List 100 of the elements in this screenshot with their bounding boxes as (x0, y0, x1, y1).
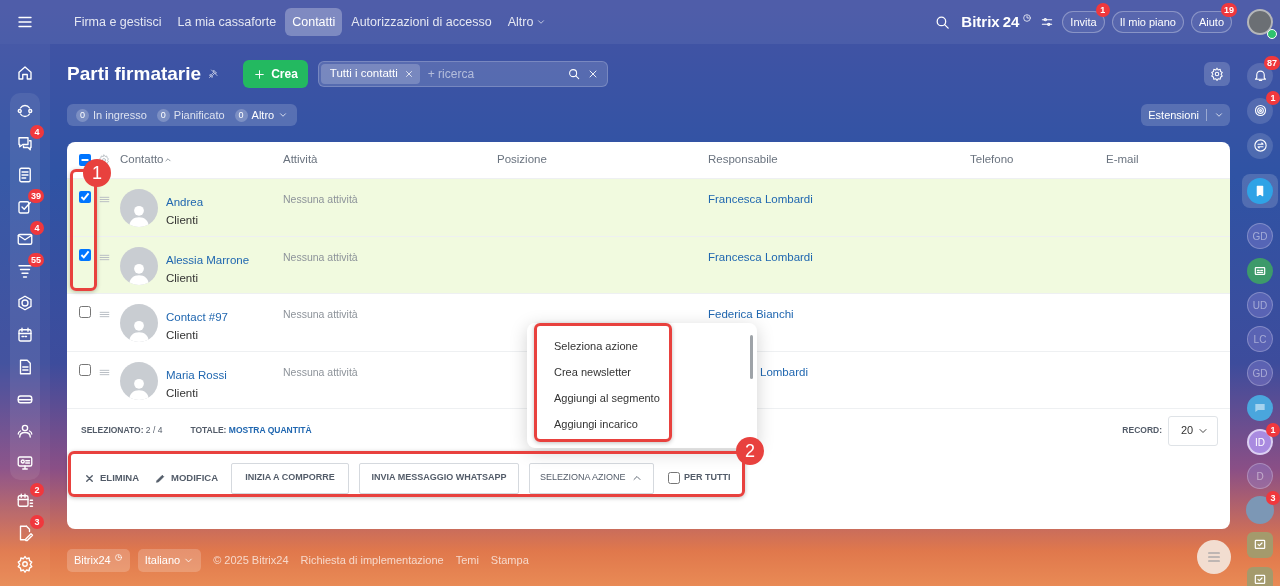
column-header[interactable]: E-mail (1106, 153, 1139, 166)
responsible-link[interactable]: Federica Bianchi (708, 308, 794, 320)
count-badge: 1 (1266, 91, 1280, 105)
count-badge: 19 (1221, 2, 1237, 17)
status-dot (1267, 29, 1277, 39)
row-checkbox[interactable] (79, 191, 91, 203)
contact-name-link[interactable]: Alessia Marrone (166, 251, 250, 269)
action-button[interactable]: INIZIA A COMPORRE (231, 462, 350, 494)
caret-icon (536, 17, 547, 27)
nav-tab[interactable]: Firma e gestisci (67, 7, 169, 37)
monitor-icon (16, 453, 34, 472)
sidebar-item[interactable] (1246, 131, 1274, 160)
action-link[interactable]: ELIMINA (81, 470, 143, 486)
for-all-checkbox[interactable] (668, 472, 681, 484)
select-all-checkbox[interactable] (79, 154, 91, 166)
sidebar-item[interactable] (1246, 393, 1274, 422)
schedule-icon (16, 491, 34, 510)
search-field[interactable]: Tutti i contatti + ricerca (317, 61, 608, 87)
sidebar-item[interactable] (1246, 256, 1274, 285)
sidebar-item[interactable] (1246, 530, 1274, 559)
sidebar-item[interactable] (1242, 174, 1278, 208)
contact-name-link[interactable]: Andrea (166, 194, 204, 212)
hexagon-icon (16, 293, 34, 312)
nav-tab[interactable]: Altro (500, 7, 554, 37)
avatar-placeholder (120, 246, 158, 285)
avatar-placeholder (120, 189, 158, 227)
responsible-link[interactable]: Lombardi (760, 365, 808, 378)
table-row[interactable]: Andrea Clienti Nessuna attività Francesca Lombardi (67, 179, 1230, 237)
sidebar-item[interactable] (1246, 96, 1274, 125)
row-checkbox[interactable] (79, 248, 91, 261)
column-header[interactable]: Responsabile (708, 153, 778, 166)
plus-icon (253, 67, 267, 81)
activity-text: Nessuna attività (283, 193, 358, 205)
count-badge: 0 (234, 108, 248, 122)
column-header[interactable]: Attività (283, 153, 318, 166)
column-header[interactable]: Contatto (120, 151, 174, 169)
board-icon (1247, 531, 1273, 558)
page-size-select[interactable]: 20 (1168, 415, 1218, 446)
responsible-link[interactable]: Francesca Lombardi (708, 193, 813, 205)
count-badge: 0 (156, 108, 170, 122)
nav-tab[interactable]: Autorizzazioni di accesso (344, 7, 499, 37)
column-header[interactable]: Posizione (497, 153, 547, 166)
copyright-text: © 2025 Bitrix24 (213, 553, 289, 568)
menu-item[interactable]: Crea newsletter (551, 359, 635, 385)
count-badge: 1 (1095, 2, 1110, 17)
count-badge: 3 (30, 515, 44, 529)
for-all-label[interactable]: PER TUTTI (668, 471, 731, 485)
activity-text: Nessuna attività (283, 308, 358, 320)
nav-tab[interactable]: La mia cassaforte (170, 7, 284, 37)
count-badge: 4 (30, 221, 44, 235)
count-badge: 39 (28, 189, 44, 203)
sliders-icon (1040, 15, 1055, 29)
settings-icon (16, 554, 34, 573)
calendar-icon (16, 325, 34, 344)
row-checkbox[interactable] (79, 306, 91, 318)
menu-item[interactable]: Aggiungi incarico (551, 411, 641, 437)
counter-filter[interactable]: 0 Altro (231, 106, 292, 124)
column-header[interactable]: Telefono (970, 153, 1014, 166)
filter-tag[interactable]: Tutti i contatti (320, 64, 420, 84)
document-icon (16, 165, 34, 184)
counter-filter[interactable]: 0 In ingresso (73, 106, 150, 124)
record-label: RECORD: (1122, 424, 1162, 437)
user-avatar[interactable] (1247, 9, 1273, 35)
pencil-icon (155, 472, 167, 484)
extensions-button[interactable]: Estensioni (1141, 104, 1230, 126)
menu-icon (1206, 549, 1222, 565)
chat-bubble-icon (1247, 394, 1273, 421)
contact-type: Clienti (166, 328, 199, 344)
contact-name-link[interactable]: Maria Rossi (166, 366, 227, 384)
scrollbar-thumb[interactable] (750, 335, 753, 379)
caret-icon (1214, 110, 1224, 120)
row-checkbox[interactable] (79, 363, 91, 376)
brand-number: 24 (1002, 11, 1020, 32)
spiral-icon (1247, 97, 1273, 124)
table-row[interactable]: Alessia Marrone Clienti Nessuna attività Francesca Lombardi (67, 236, 1230, 294)
activity-text: Nessuna attività (283, 250, 358, 263)
contact-type: Clienti (166, 270, 199, 286)
action-link[interactable]: MODIFICA (152, 470, 222, 486)
count-badge: 0 (76, 108, 89, 122)
search-icon (566, 67, 581, 81)
page-title: Parti firmatarie (67, 62, 202, 86)
header-button[interactable]: Il mio piano (1111, 10, 1184, 34)
contact-name-link[interactable]: Contact #97 (166, 309, 228, 327)
responsible-link[interactable]: Francesca Lombardi (708, 250, 813, 263)
action-select[interactable]: SELEZIONA AZIONE (529, 462, 655, 494)
contact-type: Clienti (166, 385, 199, 401)
close-icon (84, 472, 95, 484)
counter-filter[interactable]: 0 Pianificato (153, 106, 228, 124)
show-count-link[interactable]: MOSTRA QUANTITÀ (228, 425, 312, 436)
contact-card-icon (1247, 257, 1273, 284)
action-button[interactable]: INVIA MESSAGGIO WHATSAPP (359, 462, 520, 494)
clock-icon (1022, 13, 1033, 23)
bookmark-icon (1247, 178, 1273, 204)
menu-item[interactable]: Aggiungi al segmento (551, 385, 663, 411)
contact-type: Clienti (166, 213, 199, 229)
brand-name: Bitrix (961, 11, 1000, 32)
settings-button[interactable] (1204, 62, 1230, 86)
count-badge: 2 (30, 483, 44, 497)
selected-count: SELEZIONATO: 2 / 4 (81, 424, 163, 437)
nav-tab[interactable]: Contatti (285, 7, 343, 37)
